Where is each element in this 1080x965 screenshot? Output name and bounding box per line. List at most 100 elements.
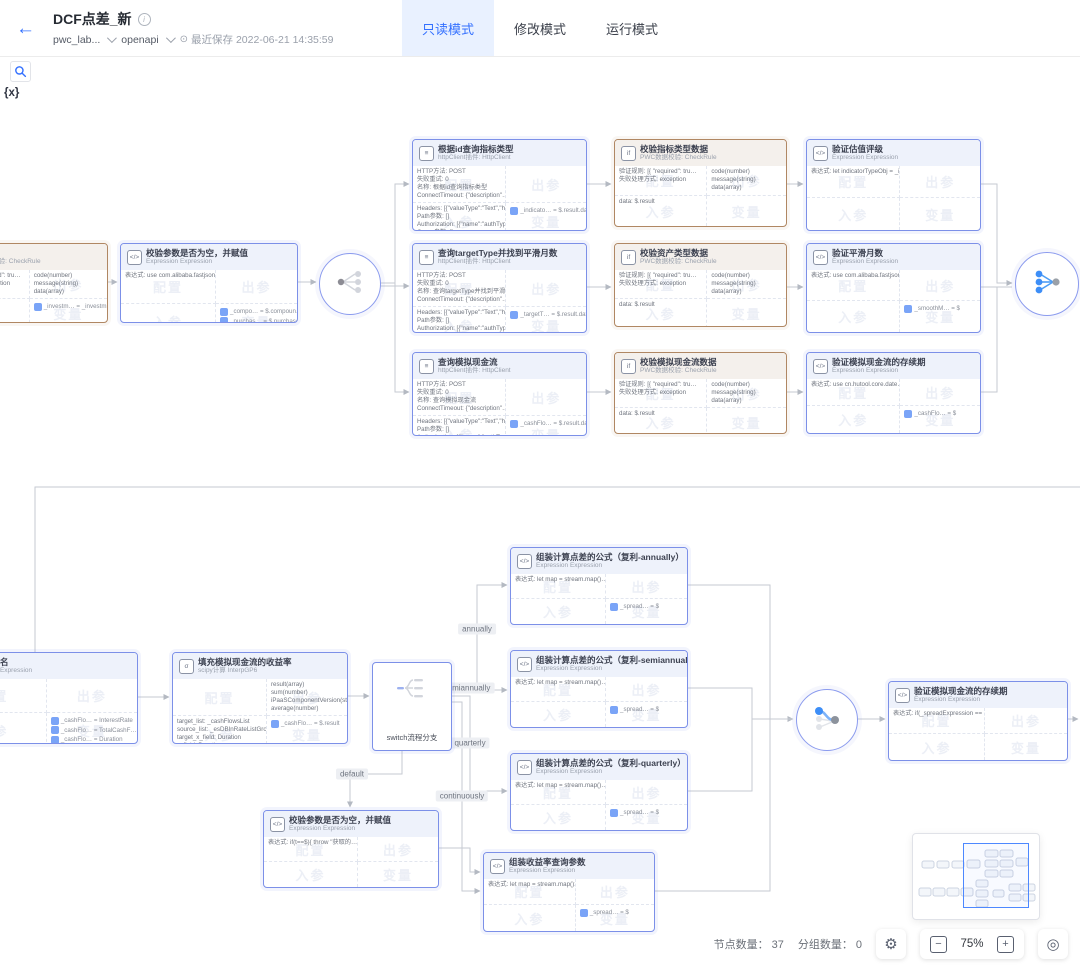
node-formula-quarterly[interactable]: </>组装计算点差的公式（复利-quarterly）Expression Exp… — [510, 753, 688, 831]
node-header: </>组装收益率查询参数Expression Expression — [484, 853, 654, 879]
search-button[interactable] — [10, 61, 31, 82]
node-subtitle: Expression Expression — [832, 258, 898, 265]
node-title: 验证模拟现金流的存续期 — [832, 358, 926, 368]
variable-tag: _cashFlo… = $.result.dat… — [510, 420, 582, 428]
variable-tag: _smoothM… = $ — [904, 305, 976, 313]
variable-tag: _cashFlo… = TotalCashF… — [51, 726, 133, 734]
gear-icon: ⚙ — [884, 935, 897, 953]
node-quadrant-br: 变量_indicato… = $.result.data — [506, 203, 586, 231]
variable-chip-icon — [904, 410, 912, 418]
node-verify-duration-top[interactable]: </>验证模拟现金流的存续期Expression Expression配置表达式… — [806, 352, 981, 434]
node-quadrant-tr: 出参 — [900, 270, 980, 301]
node-quadrant-tl: 配置HTTP方法: POST失败重试: 0名称: 查询targetType并找到… — [413, 270, 506, 307]
node-header: ≡根据id查询指标类型httpClient插件: HttpClient — [413, 140, 586, 166]
node-assemble-yield-query[interactable]: </>组装收益率查询参数Expression Expression配置表达式: … — [483, 852, 655, 932]
tab-只读模式[interactable]: 只读模式 — [402, 0, 494, 56]
node-quadrant-tl: 配置表达式: let map = stream.map()… — [511, 677, 606, 702]
node-title: 根据id查询指标类型 — [438, 145, 514, 155]
node-formula-annually[interactable]: </>组装计算点差的公式（复利-annually）Expression Expr… — [510, 547, 688, 625]
node-subtitle: Expression Expression — [832, 367, 926, 374]
variable-tag: _spread… = $ — [610, 603, 683, 611]
node-quadrant-bl: 入参target_list: _cashFlowsListsource_list… — [173, 716, 267, 744]
zoom-out-button[interactable]: − — [930, 936, 947, 953]
info-icon[interactable]: i — [138, 13, 151, 26]
node-check-params-top[interactable]: </>校验参数是否为空，并赋值Expression Expression配置表达… — [120, 243, 298, 323]
node-header: if校验资产类型数据PWC数据校验: CheckRule — [615, 244, 786, 270]
variable-tag: _purchas… = $.purchase… — [220, 317, 293, 323]
node-quadrant-br: 变量 — [707, 299, 786, 327]
node-header: </>校验参数是否为空，并赋值Expression Expression — [264, 811, 438, 837]
workspace-dropdown[interactable]: pwc_lab... — [53, 34, 100, 46]
back-arrow-icon[interactable]: ← — [16, 19, 35, 38]
expression-icon: </> — [813, 250, 828, 265]
node-quadrant-br: 变量 — [707, 408, 786, 434]
node-title: 组装计算点差的公式（复利-semiannually） — [536, 656, 687, 666]
node-quadrant-bl: 入参 — [264, 862, 358, 887]
node-formula-semiannually[interactable]: </>组装计算点差的公式（复利-semiannually）Expression … — [510, 650, 688, 728]
node-verify-rating[interactable]: </>验证估值评级Expression Expression配置表达式: let… — [806, 139, 981, 231]
node-quadrant-tl: 配置HTTP方法: POST失败重试: 0名称: 查询模拟现金流ConnectT… — [413, 379, 506, 416]
tab-修改模式[interactable]: 修改模式 — [494, 0, 586, 56]
expression-icon: </> — [895, 688, 910, 703]
node-count: 节点数量：37 — [714, 936, 784, 952]
node-quadrant-tl: 配置表达式: let map = stream.map()1… — [484, 879, 576, 905]
node-quadrant-bl: 入参Headers: [{"valueType":"Text","h…Path参… — [413, 203, 506, 231]
node-switch[interactable]: switch流程分支 — [372, 662, 452, 751]
node-subtitle: Expression Expression — [289, 825, 391, 832]
api-dropdown[interactable]: openapi — [121, 34, 158, 46]
variable-tag: _spread… = $ — [580, 909, 650, 917]
node-quadrant-tl: 配置表达式: use com.alibaba.fastjson… — [121, 270, 216, 304]
node-quadrant-tr: 出参code(number)message(string)data(array) — [707, 379, 786, 408]
node-subtitle: httpClient插件: HttpClient — [438, 154, 514, 161]
node-checkrule-partial-top[interactable]: if校验数据PWC数据校验: CheckRule配置验证规则: [{ "requ… — [0, 243, 108, 323]
variable-chip-icon — [510, 207, 518, 215]
node-quadrant-tl: 配置表达式: use cn.hutool.core.date… — [807, 379, 900, 406]
node-title: 组装收益率查询参数 — [509, 858, 586, 868]
node-http-cashflow[interactable]: ≡查询模拟现金流httpClient插件: HttpClient配置HTTP方法… — [412, 352, 587, 436]
node-check-params-bottom[interactable]: </>校验参数是否为空，并赋值Expression Expression配置表达… — [263, 810, 439, 888]
node-header: if校验数据PWC数据校验: CheckRule — [0, 244, 107, 270]
app-header: ← DCF点差_新 i pwc_lab... openapi ⊙ 最近保存 20… — [0, 0, 1080, 57]
node-http-indicator-type[interactable]: ≡根据id查询指标类型httpClient插件: HttpClient配置HTT… — [412, 139, 587, 231]
mode-tabs: 只读模式修改模式运行模式 — [402, 0, 678, 56]
node-http-target-type[interactable]: ≡查询targetType并找到平滑月数httpClient插件: HttpCl… — [412, 243, 587, 333]
node-check-asset[interactable]: if校验资产类型数据PWC数据校验: CheckRule配置验证规则: [{ "… — [614, 243, 787, 327]
settings-button[interactable]: ⚙ — [876, 929, 906, 959]
node-quadrant-tr: 出参 — [216, 270, 297, 304]
node-header: </>验证平滑月数Expression Expression — [807, 244, 980, 270]
node-header: </>验证模拟现金流的存续期Expression Expression — [889, 682, 1067, 708]
node-quadrant-tl: 配置验证规则: [{ "required": tru…失败处理方式: excep… — [615, 270, 707, 299]
node-check-cashflow[interactable]: if校验模拟现金流数据PWC数据校验: CheckRule配置验证规则: [{ … — [614, 352, 787, 434]
node-verify-smooth-months[interactable]: </>验证平滑月数Expression Expression配置表达式: use… — [806, 243, 981, 333]
gateway-join-top[interactable] — [1015, 252, 1079, 316]
node-quadrant-tr: 出参 — [606, 677, 687, 702]
node-quadrant-bl: 入参 — [807, 198, 900, 230]
node-quadrant-br: 变量_spread… = $ — [606, 805, 687, 830]
node-quadrant-br: 变量_smoothM… = $ — [900, 301, 980, 332]
zoom-level: 75% — [958, 938, 986, 950]
minimap[interactable] — [912, 833, 1040, 920]
node-fill-yield[interactable]: σ填充模拟现金流的收益率scipy计算 InterpGP6配置出参result(… — [172, 652, 348, 744]
gateway-fork-top[interactable] — [319, 253, 381, 315]
node-header: </>校验参数是否为空，并赋值Expression Expression — [121, 244, 297, 270]
switch-branch-icon — [394, 675, 430, 701]
minimap-viewport[interactable] — [963, 843, 1029, 908]
node-quadrant-tr: 出参code(number)message(string)data(array) — [30, 270, 107, 299]
node-check-indicator[interactable]: if校验指标类型数据PWC数据校验: CheckRule配置验证规则: [{ "… — [614, 139, 787, 227]
watermark: 出参 — [985, 708, 1067, 733]
node-quadrant-tl: 配置表达式: use com.alibaba.fastjson… — [807, 270, 900, 301]
gateway-merge-bottom[interactable] — [796, 689, 858, 751]
node-set-field-partial[interactable]: </>设置字段名Expression Expression配置Rate =…出参… — [0, 652, 138, 744]
fit-view-button[interactable]: ◎ — [1038, 929, 1068, 959]
tab-运行模式[interactable]: 运行模式 — [586, 0, 678, 56]
node-verify-duration-bottom[interactable]: </>验证模拟现金流的存续期Expression Expression配置表达式… — [888, 681, 1068, 761]
node-quadrant-tl: 配置表达式: let map = stream.map()… — [511, 574, 606, 599]
watermark: 入参 — [0, 713, 46, 744]
node-title: 查询模拟现金流 — [438, 358, 511, 368]
zoom-in-button[interactable]: + — [997, 936, 1014, 953]
node-header: </>验证模拟现金流的存续期Expression Expression — [807, 353, 980, 379]
node-quadrant-br: 变量_spread… = $ — [576, 905, 654, 931]
node-header: if校验模拟现金流数据PWC数据校验: CheckRule — [615, 353, 786, 379]
chevron-down-icon — [107, 33, 117, 43]
variables-toggle[interactable]: {x} — [4, 87, 19, 99]
